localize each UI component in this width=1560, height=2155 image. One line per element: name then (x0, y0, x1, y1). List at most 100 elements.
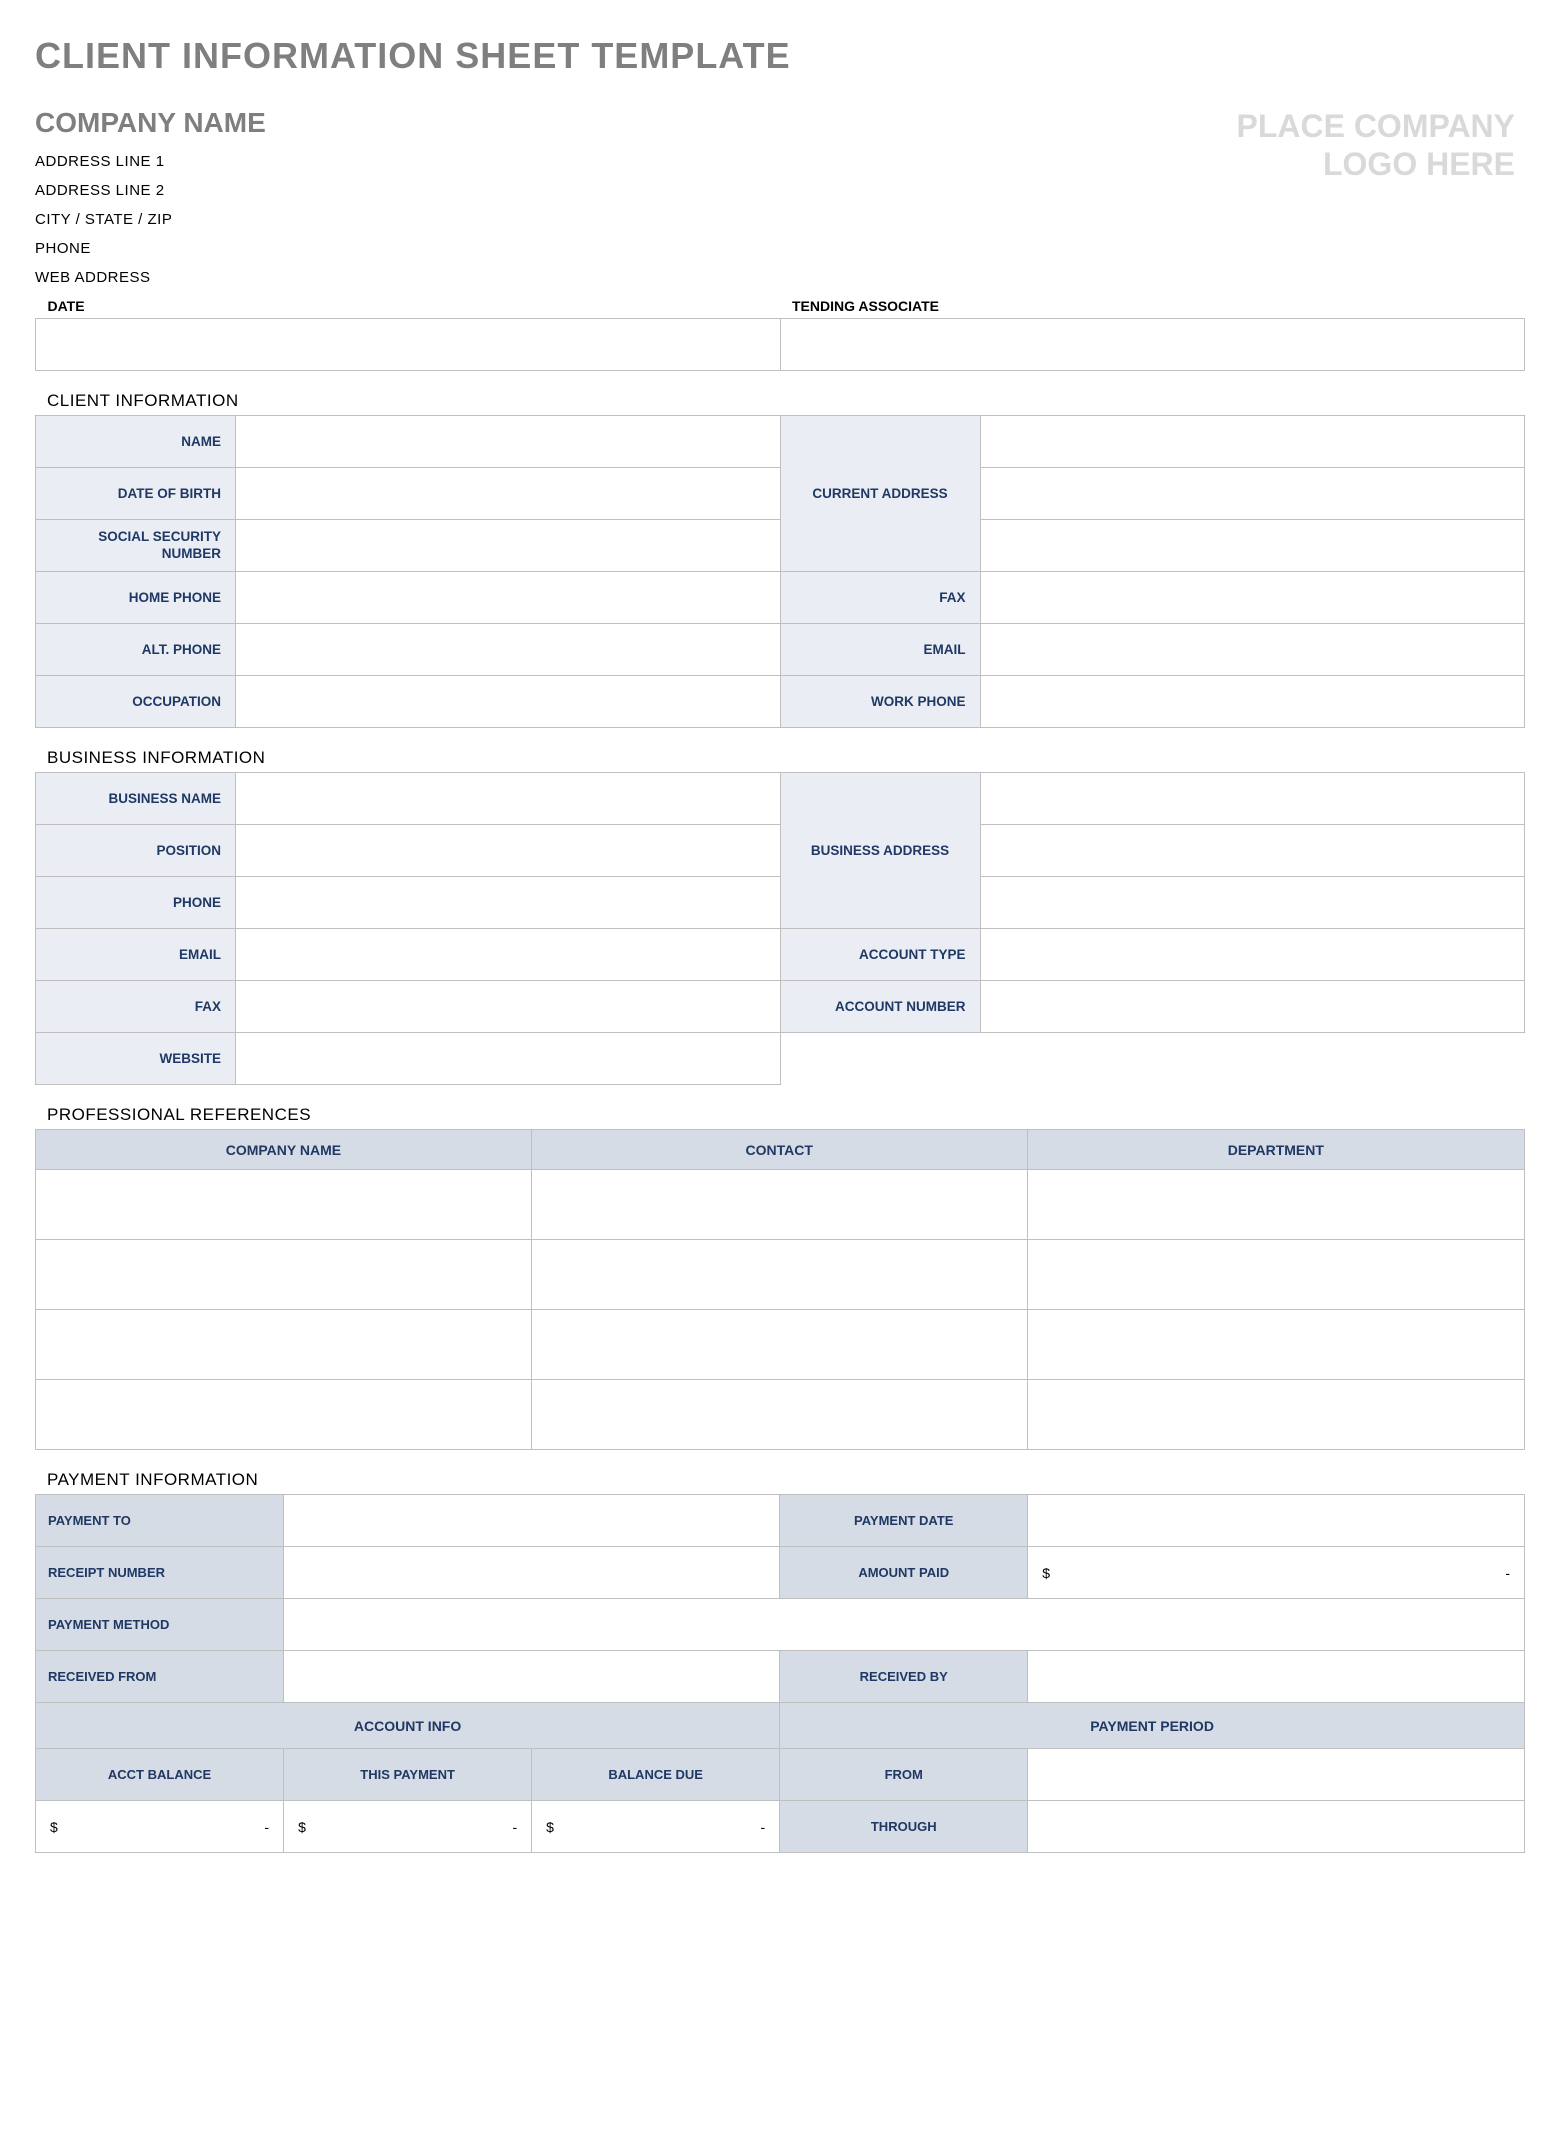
business-info-heading: BUSINESS INFORMATION (47, 748, 1525, 768)
ref-col-department: DEPARTMENT (1027, 1130, 1524, 1170)
logo-line-2: LOGO HERE (1236, 145, 1515, 183)
ref-row-2-company[interactable] (36, 1240, 532, 1310)
received-by-input[interactable] (1028, 1651, 1525, 1703)
account-number-input[interactable] (980, 981, 1525, 1033)
email-input[interactable] (980, 624, 1525, 676)
company-address-2: ADDRESS LINE 2 (35, 182, 266, 199)
business-address-input-3[interactable] (980, 877, 1525, 929)
references-heading: PROFESSIONAL REFERENCES (47, 1105, 1525, 1125)
business-address-label: BUSINESS ADDRESS (780, 773, 980, 929)
company-block: COMPANY NAME ADDRESS LINE 1 ADDRESS LINE… (35, 107, 266, 298)
amount-dash: - (512, 1819, 517, 1835)
ref-row-4-company[interactable] (36, 1380, 532, 1450)
ssn-label: SOCIAL SECURITY NUMBER (36, 520, 236, 572)
balance-due-input[interactable]: $- (532, 1801, 780, 1853)
date-input[interactable] (36, 319, 781, 371)
biz-fax-input[interactable] (236, 981, 781, 1033)
biz-email-label: EMAIL (36, 929, 236, 981)
payment-method-label: PAYMENT METHOD (36, 1599, 284, 1651)
payment-info-table: PAYMENT TO PAYMENT DATE RECEIPT NUMBER A… (35, 1494, 1525, 1853)
biz-phone-input[interactable] (236, 877, 781, 929)
company-name: COMPANY NAME (35, 107, 266, 139)
ref-row-2-dept[interactable] (1027, 1240, 1524, 1310)
ssn-label-1: SOCIAL SECURITY (98, 529, 221, 544)
company-city-state-zip: CITY / STATE / ZIP (35, 211, 266, 228)
payment-to-input[interactable] (284, 1495, 780, 1547)
page-title: CLIENT INFORMATION SHEET TEMPLATE (35, 35, 1525, 77)
occupation-input[interactable] (236, 676, 781, 728)
email-label: EMAIL (780, 624, 980, 676)
client-name-input[interactable] (236, 416, 781, 468)
tending-associate-input[interactable] (780, 319, 1525, 371)
dob-input[interactable] (236, 468, 781, 520)
business-name-label: BUSINESS NAME (36, 773, 236, 825)
position-label: POSITION (36, 825, 236, 877)
ref-row-3-dept[interactable] (1027, 1310, 1524, 1380)
biz-phone-label: PHONE (36, 877, 236, 929)
through-label: THROUGH (780, 1801, 1028, 1853)
currency-symbol: $ (298, 1819, 306, 1835)
received-by-label: RECEIVED BY (780, 1651, 1028, 1703)
from-input[interactable] (1028, 1749, 1525, 1801)
ref-row-3-contact[interactable] (531, 1310, 1027, 1380)
payment-date-label: PAYMENT DATE (780, 1495, 1028, 1547)
alt-phone-input[interactable] (236, 624, 781, 676)
home-phone-input[interactable] (236, 572, 781, 624)
amount-paid-label: AMOUNT PAID (780, 1547, 1028, 1599)
ref-row-3-company[interactable] (36, 1310, 532, 1380)
website-input[interactable] (236, 1033, 781, 1085)
ref-row-2-contact[interactable] (531, 1240, 1027, 1310)
position-input[interactable] (236, 825, 781, 877)
current-address-label: CURRENT ADDRESS (780, 416, 980, 572)
logo-line-1: PLACE COMPANY (1236, 107, 1515, 145)
current-address-input-3[interactable] (980, 520, 1525, 572)
alt-phone-label: ALT. PHONE (36, 624, 236, 676)
ref-col-contact: CONTACT (531, 1130, 1027, 1170)
account-number-label: ACCOUNT NUMBER (780, 981, 980, 1033)
business-address-input-1[interactable] (980, 773, 1525, 825)
references-table: COMPANY NAME CONTACT DEPARTMENT (35, 1129, 1525, 1450)
company-phone: PHONE (35, 240, 266, 257)
fax-label: FAX (780, 572, 980, 624)
acct-balance-input[interactable]: $- (36, 1801, 284, 1853)
logo-placeholder: PLACE COMPANY LOGO HERE (1236, 107, 1525, 184)
ssn-input[interactable] (236, 520, 781, 572)
current-address-input-1[interactable] (980, 416, 1525, 468)
business-name-input[interactable] (236, 773, 781, 825)
payment-method-input[interactable] (284, 1599, 1525, 1651)
current-address-input-2[interactable] (980, 468, 1525, 520)
this-payment-input[interactable]: $- (284, 1801, 532, 1853)
ref-row-1-company[interactable] (36, 1170, 532, 1240)
business-info-table: BUSINESS NAME BUSINESS ADDRESS POSITION … (35, 772, 1525, 1085)
fax-input[interactable] (980, 572, 1525, 624)
work-phone-input[interactable] (980, 676, 1525, 728)
from-label: FROM (780, 1749, 1028, 1801)
tending-associate-label: TENDING ASSOCIATE (780, 298, 1525, 319)
biz-email-input[interactable] (236, 929, 781, 981)
ref-row-4-dept[interactable] (1027, 1380, 1524, 1450)
ref-row-4-contact[interactable] (531, 1380, 1027, 1450)
client-info-heading: CLIENT INFORMATION (47, 391, 1525, 411)
business-address-input-2[interactable] (980, 825, 1525, 877)
receipt-number-input[interactable] (284, 1547, 780, 1599)
this-payment-label: THIS PAYMENT (284, 1749, 532, 1801)
account-type-input[interactable] (980, 929, 1525, 981)
payment-date-input[interactable] (1028, 1495, 1525, 1547)
payment-info-heading: PAYMENT INFORMATION (47, 1470, 1525, 1490)
account-type-label: ACCOUNT TYPE (780, 929, 980, 981)
received-from-input[interactable] (284, 1651, 780, 1703)
currency-symbol: $ (546, 1819, 554, 1835)
ref-row-1-contact[interactable] (531, 1170, 1027, 1240)
payment-period-header: PAYMENT PERIOD (780, 1703, 1525, 1749)
currency-symbol: $ (1042, 1565, 1050, 1581)
amount-paid-input[interactable]: $ - (1028, 1547, 1525, 1599)
balance-due-label: BALANCE DUE (532, 1749, 780, 1801)
amount-dash: - (264, 1819, 269, 1835)
through-input[interactable] (1028, 1801, 1525, 1853)
date-label: DATE (36, 298, 781, 319)
client-name-label: NAME (36, 416, 236, 468)
company-web: WEB ADDRESS (35, 269, 266, 286)
work-phone-label: WORK PHONE (780, 676, 980, 728)
ref-col-company: COMPANY NAME (36, 1130, 532, 1170)
ref-row-1-dept[interactable] (1027, 1170, 1524, 1240)
